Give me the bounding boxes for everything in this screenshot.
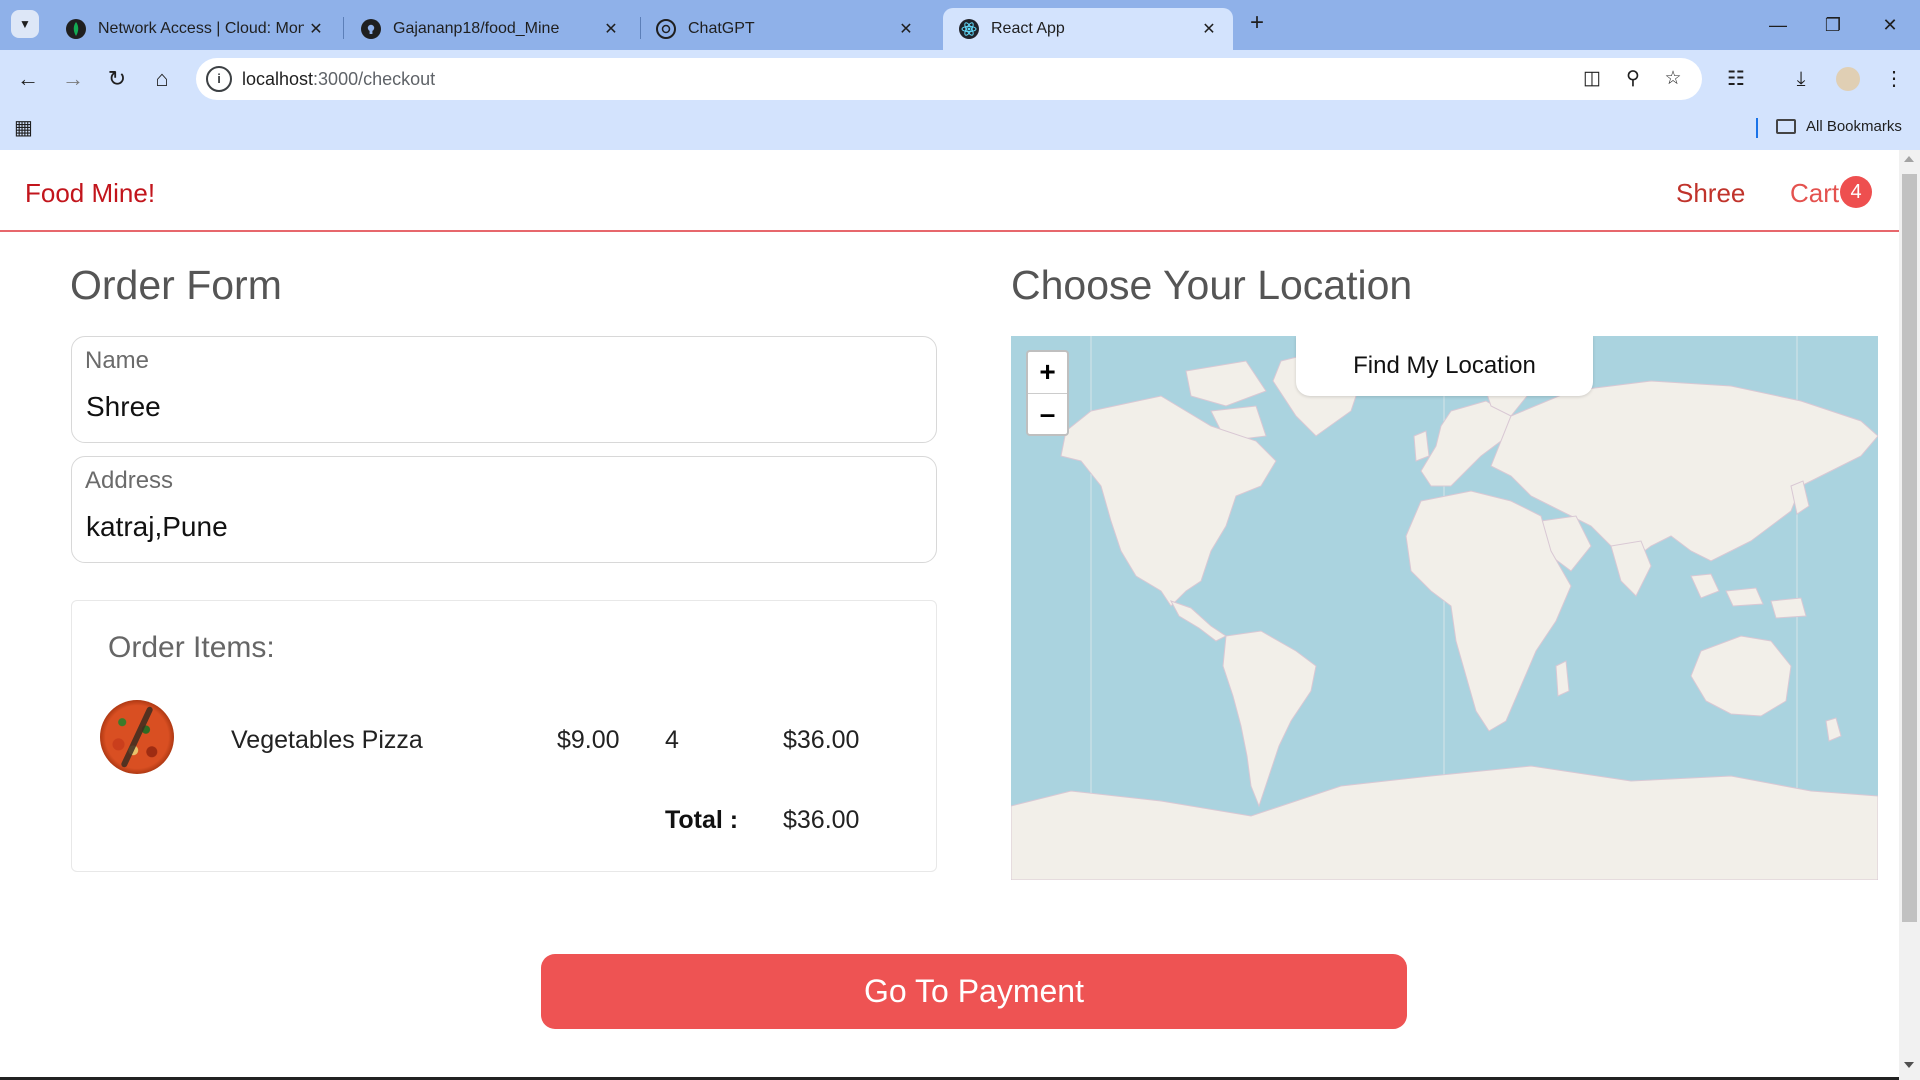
tab-close-icon[interactable]: ✕	[894, 19, 918, 39]
react-icon	[959, 19, 979, 39]
install-app-icon[interactable]: ◫	[1579, 67, 1605, 93]
bookmark-star-icon[interactable]: ☆	[1660, 67, 1686, 93]
scroll-down-arrow-icon[interactable]	[1904, 1062, 1914, 1068]
map-zoom-control: + –	[1026, 350, 1069, 436]
apps-grid-icon[interactable]: ▦	[14, 117, 36, 139]
name-input[interactable]	[86, 387, 916, 427]
tab-close-icon[interactable]: ✕	[1197, 19, 1221, 39]
tab-title: Gajananp18/food_Mine	[393, 20, 560, 37]
browser-tab-react-app[interactable]: React App ✕	[943, 8, 1233, 50]
tab-close-icon[interactable]: ✕	[599, 19, 623, 39]
downloads-icon[interactable]: ⤓	[1787, 66, 1815, 94]
checkout-page: Food Mine! Shree Cart 4 Order Form Choos…	[0, 150, 1899, 1080]
tab-separator	[343, 17, 344, 39]
zoom-out-button[interactable]: –	[1028, 393, 1067, 434]
browser-tab-github[interactable]: Gajananp18/food_Mine ✕	[345, 8, 635, 50]
item-price: $9.00	[557, 726, 620, 754]
item-subtotal: $36.00	[783, 726, 860, 754]
browser-tab-strip: ▼ Network Access | Cloud: MongoDB ✕ Gaja…	[0, 0, 1920, 50]
browser-tab-chatgpt[interactable]: ChatGPT ✕	[640, 8, 930, 50]
forward-arrow-icon[interactable]: →	[59, 66, 87, 94]
cart-count-badge[interactable]: 4	[1840, 176, 1872, 208]
address-bar[interactable]: i localhost:3000/checkout ◫ ⚲ ☆	[196, 58, 1702, 100]
find-my-location-button[interactable]: Find My Location	[1296, 336, 1593, 396]
scrollbar-thumb[interactable]	[1902, 174, 1917, 922]
folder-icon	[1776, 119, 1796, 134]
all-bookmarks-button[interactable]: All Bookmarks	[1776, 118, 1902, 135]
page-scrollbar[interactable]	[1899, 150, 1920, 1080]
all-bookmarks-label: All Bookmarks	[1806, 118, 1902, 135]
tab-close-icon[interactable]: ✕	[304, 19, 328, 39]
minimize-icon[interactable]: —	[1760, 10, 1796, 40]
name-field[interactable]: Name	[71, 336, 937, 443]
order-form-title: Order Form	[70, 262, 282, 308]
total-value: $36.00	[783, 806, 860, 834]
world-map-tiles[interactable]	[1011, 336, 1878, 880]
browser-tab-mongodb[interactable]: Network Access | Cloud: MongoDB ✕	[50, 8, 340, 50]
choose-location-title: Choose Your Location	[1011, 262, 1413, 308]
browser-toolbar: ← → ↻ ⌂ i localhost:3000/checkout ◫ ⚲ ☆ …	[0, 50, 1920, 108]
site-info-icon[interactable]: i	[206, 66, 232, 92]
zoom-magnifier-icon[interactable]: ⚲	[1620, 67, 1646, 93]
reload-icon[interactable]: ↻	[103, 66, 131, 94]
scroll-up-arrow-icon[interactable]	[1904, 156, 1914, 162]
total-label: Total :	[665, 806, 739, 834]
profile-avatar[interactable]	[1836, 67, 1860, 91]
tab-title: Network Access | Cloud: MongoDB	[98, 20, 304, 37]
tab-title: React App	[991, 20, 1065, 37]
bookmarks-bar: ▦ All Bookmarks	[0, 108, 1920, 150]
home-icon[interactable]: ⌂	[148, 66, 176, 94]
location-map[interactable]: + – Find My Location	[1011, 336, 1878, 880]
browser-menu-icon[interactable]: ⋮	[1880, 66, 1908, 94]
cart-link[interactable]: Cart	[1790, 178, 1839, 209]
order-items-title: Order Items:	[108, 631, 275, 664]
window-close-icon[interactable]: ✕	[1872, 10, 1908, 40]
chatgpt-icon	[656, 19, 676, 39]
github-icon	[361, 19, 381, 39]
site-header: Food Mine! Shree Cart 4	[0, 150, 1899, 232]
go-to-payment-button[interactable]: Go To Payment	[541, 954, 1407, 1029]
tab-title: ChatGPT	[688, 20, 755, 37]
url-host: localhost	[242, 69, 314, 89]
vegetables-pizza-image	[100, 700, 174, 774]
item-quantity: 4	[665, 726, 679, 754]
back-arrow-icon[interactable]: ←	[14, 66, 42, 94]
item-name: Vegetables Pizza	[231, 726, 423, 754]
site-logo[interactable]: Food Mine!	[25, 178, 155, 209]
address-input[interactable]	[86, 507, 916, 547]
address-label: Address	[85, 467, 174, 494]
zoom-in-button[interactable]: +	[1028, 352, 1067, 393]
bookmarks-separator	[1756, 118, 1758, 138]
new-tab-plus-icon[interactable]: +	[1245, 11, 1269, 36]
url-text[interactable]: localhost:3000/checkout	[242, 69, 435, 90]
restore-icon[interactable]: ❐	[1815, 10, 1851, 40]
address-field[interactable]: Address	[71, 456, 937, 563]
name-label: Name	[85, 347, 150, 374]
order-items-panel: Order Items: Vegetables Pizza $9.00 4 $3…	[71, 600, 937, 872]
user-menu-link[interactable]: Shree	[1676, 178, 1745, 209]
mongodb-leaf-icon	[66, 19, 86, 39]
extensions-puzzle-icon[interactable]: ☷	[1722, 66, 1750, 94]
tab-search-chevron-icon[interactable]: ▼	[11, 10, 39, 38]
url-path: :3000/checkout	[313, 69, 436, 89]
